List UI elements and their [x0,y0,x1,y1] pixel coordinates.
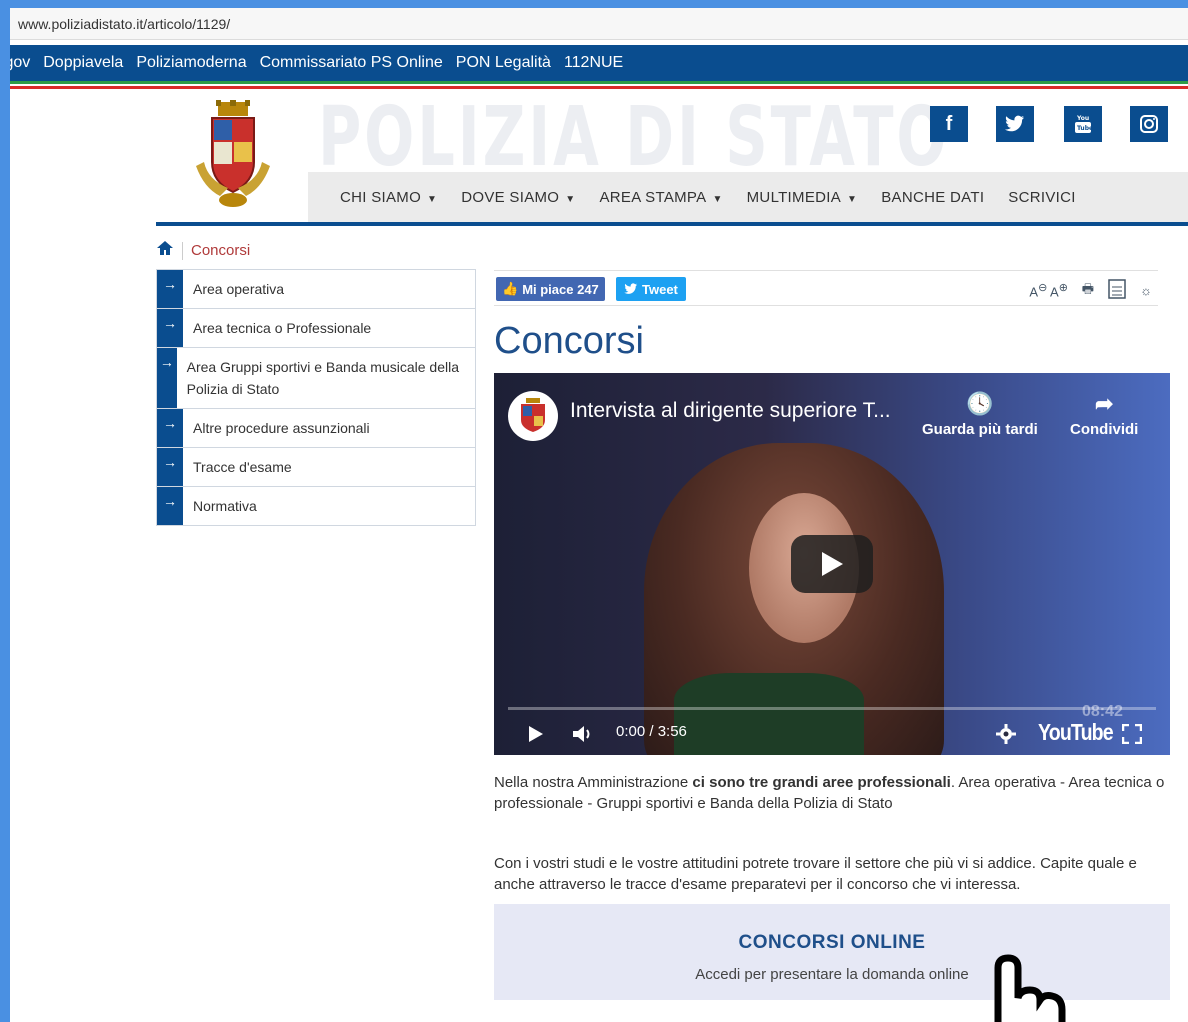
facebook-like-button[interactable]: 👍 Mi piace 247 [496,277,605,301]
watch-later-button[interactable]: 🕓 Guarda più tardi [922,391,1038,438]
twitter-icon[interactable] [996,106,1034,142]
top-links-bar: .gov Doppiavela Poliziamoderna Commissar… [10,45,1188,81]
top-link-112nue[interactable]: 112NUE [564,54,623,72]
page-title: Concorsi [494,320,644,362]
home-icon[interactable] [156,240,174,261]
breadcrumb: Concorsi [156,240,250,261]
nav-chi-siamo[interactable]: CHI SIAMO ▼ [340,189,437,206]
share-toolbar: 👍 Mi piace 247 Tweet A⊖ A⊕ 🖶 ☼ [494,270,1158,306]
sidebar-item-tracce-esame[interactable]: → Tracce d'esame [156,448,476,487]
facebook-icon[interactable]: f [930,106,968,142]
video-time: 0:00 / 3:56 [616,723,687,740]
caret-down-icon: ▼ [847,193,858,205]
share-button[interactable]: ➦ Condividi [1070,391,1138,438]
tweet-button[interactable]: Tweet [616,277,686,301]
settings-gear-icon[interactable] [996,724,1016,744]
video-progress-bar[interactable] [508,707,1156,710]
hand-cursor-icon [974,954,1074,1022]
main-navigation: CHI SIAMO ▼ DOVE SIAMO ▼ AREA STAMPA ▼ MULT… [308,172,1188,222]
polizia-emblem-icon[interactable] [190,100,276,210]
svg-text:You: You [1076,115,1089,122]
arrow-right-icon: → [157,409,183,447]
video-player[interactable]: Intervista al dirigente superiore T... 🕓… [494,373,1170,755]
twitter-bird-icon [624,283,637,294]
nav-dove-siamo[interactable]: DOVE SIAMO ▼ [461,189,575,206]
print-icon[interactable]: 🖶 [1082,280,1094,302]
play-small-icon[interactable] [528,725,544,743]
caret-down-icon: ▼ [427,193,438,205]
top-link-commissariato[interactable]: Commissariato PS Online [260,54,443,72]
caret-down-icon: ▼ [565,193,576,205]
fullscreen-icon[interactable] [1122,724,1142,744]
top-link-poliziamoderna[interactable]: Poliziamoderna [136,54,246,72]
arrow-right-icon: → [157,309,183,347]
play-button[interactable] [791,535,873,593]
top-links: .gov Doppiavela Poliziamoderna Commissar… [10,45,636,81]
concorsi-online-title[interactable]: CONCORSI ONLINE [494,932,1170,954]
sidebar-item-label: Altre procedure assunzionali [193,420,370,436]
nav-multimedia[interactable]: MULTIMEDIA ▼ [747,189,858,206]
sidebar-item-area-tecnica[interactable]: → Area tecnica o Professionale [156,309,476,348]
video-title[interactable]: Intervista al dirigente superiore T... [570,399,891,423]
tricolor-stripe [10,81,1188,89]
sidebar-item-label: Tracce d'esame [193,459,292,475]
arrow-right-icon: → [157,448,183,486]
browser-window: www.poliziadistato.it/articolo/1129/ .go… [10,8,1188,1022]
video-controls: 0:00 / 3:56 YouTube [494,715,1170,753]
arrow-right-icon: → [157,348,177,408]
sidebar-item-label: Area tecnica o Professionale [193,320,372,336]
play-icon [822,552,843,576]
nav-banche-dati[interactable]: BANCHE DATI [881,189,984,206]
share-label: Condividi [1070,421,1139,438]
watch-later-label: Guarda più tardi [922,421,1038,438]
brand-watermark: POLIZIA DI STATO [318,90,950,185]
thumbs-up-icon: 👍 [502,281,519,296]
tweet-label: Tweet [642,281,678,297]
font-size-icon[interactable]: A⊖ A⊕ [1029,281,1067,299]
youtube-icon[interactable]: You Tube [1064,106,1102,142]
address-bar[interactable]: www.poliziadistato.it/articolo/1129/ [10,8,1188,40]
url-text[interactable]: www.poliziadistato.it/articolo/1129/ [18,16,230,32]
arrow-right-icon: → [157,270,183,308]
detail-paragraph: Con i vostri studi e le vostre attitudin… [494,855,1137,893]
volume-icon[interactable] [572,725,594,743]
sidebar-menu: → Area operativa → Area tecnica o Profes… [156,269,476,526]
clock-icon: 🕓 [966,391,994,416]
channel-logo-icon[interactable] [508,391,558,441]
youtube-logo[interactable]: YouTube [1038,719,1114,746]
breadcrumb-separator [182,241,183,260]
caret-down-icon: ▼ [712,193,723,205]
breadcrumb-current: Concorsi [191,242,251,259]
header-divider [156,222,1188,226]
accessibility-icon[interactable]: ☼ [1140,283,1152,298]
share-arrow-icon: ➦ [1094,391,1114,416]
sidebar-item-gruppi-sportivi[interactable]: → Area Gruppi sportivi e Banda musicale … [156,348,476,409]
sidebar-item-altre-procedure[interactable]: → Altre procedure assunzionali [156,409,476,448]
arrow-right-icon: → [157,487,183,525]
instagram-icon[interactable] [1130,106,1168,142]
page-tools: A⊖ A⊕ 🖶 ☼ [1029,279,1152,302]
sidebar-item-label: Area operativa [193,281,285,297]
like-label: Mi piace 247 [522,281,599,297]
nav-area-stampa[interactable]: AREA STAMPA ▼ [599,189,722,206]
pdf-icon[interactable] [1108,279,1126,302]
sidebar-item-label: Area Gruppi sportivi e Banda musicale de… [186,359,459,397]
sidebar-item-area-operativa[interactable]: → Area operativa [156,269,476,309]
sidebar-item-label: Normativa [193,498,257,514]
sidebar-item-normativa[interactable]: → Normativa [156,487,476,526]
top-link-gov[interactable]: .gov [10,54,30,72]
intro-paragraph: Nella nostra Amministrazione ci sono tre… [494,774,1165,812]
svg-text:Tube: Tube [1077,125,1092,132]
top-link-pon-legalita[interactable]: PON Legalità [456,54,551,72]
top-link-doppiavela[interactable]: Doppiavela [43,54,123,72]
nav-scrivici[interactable]: SCRIVICI [1008,189,1075,206]
